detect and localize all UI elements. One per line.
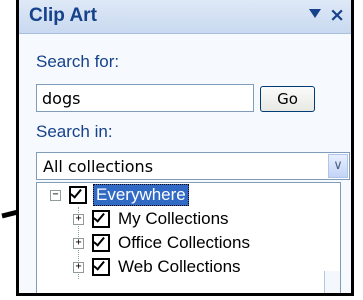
- tree-node-label[interactable]: Office Collections: [116, 233, 252, 253]
- tree-node-label[interactable]: Everywhere: [93, 184, 189, 206]
- pane-title: Clip Art: [29, 5, 97, 26]
- clip-art-task-pane: Clip Art × Search for: Go Search in: All…: [19, 0, 351, 293]
- pane-menu-dropdown-icon[interactable]: [309, 9, 321, 18]
- expand-icon[interactable]: +: [73, 213, 84, 225]
- search-in-select[interactable]: All collections ∨: [36, 152, 350, 180]
- tree-node-web-collections[interactable]: + Web Collections: [73, 256, 243, 278]
- my-collections-checkbox[interactable]: [92, 210, 110, 228]
- pane-close-icon[interactable]: ×: [329, 4, 345, 26]
- go-button[interactable]: Go: [260, 86, 315, 112]
- tree-node-my-collections[interactable]: + My Collections: [73, 208, 231, 230]
- everywhere-checkbox[interactable]: [69, 186, 87, 204]
- pane-title-bar: Clip Art ×: [19, 0, 351, 34]
- tree-node-everywhere[interactable]: − Everywhere: [50, 184, 189, 206]
- tree-node-office-collections[interactable]: + Office Collections: [73, 232, 252, 254]
- web-collections-checkbox[interactable]: [92, 258, 110, 276]
- expand-icon[interactable]: +: [73, 261, 84, 273]
- tree-scrollbar[interactable]: [324, 271, 340, 293]
- tree-node-label[interactable]: My Collections: [116, 209, 231, 229]
- collections-tree[interactable]: − Everywhere + My Collections + Office C…: [36, 182, 341, 293]
- collapse-icon[interactable]: −: [50, 189, 61, 201]
- dropdown-button[interactable]: ∨: [328, 154, 348, 178]
- search-in-selected-value: All collections: [43, 157, 154, 176]
- tree-node-label[interactable]: Web Collections: [116, 257, 243, 277]
- screenshot-frame: Clip Art × Search for: Go Search in: All…: [16, 0, 354, 296]
- search-input[interactable]: [36, 84, 254, 112]
- expand-icon[interactable]: +: [73, 237, 84, 249]
- office-collections-checkbox[interactable]: [92, 234, 110, 252]
- search-for-label: Search for:: [36, 52, 120, 71]
- chevron-down-icon: ∨: [333, 158, 343, 173]
- search-in-label: Search in:: [36, 122, 113, 141]
